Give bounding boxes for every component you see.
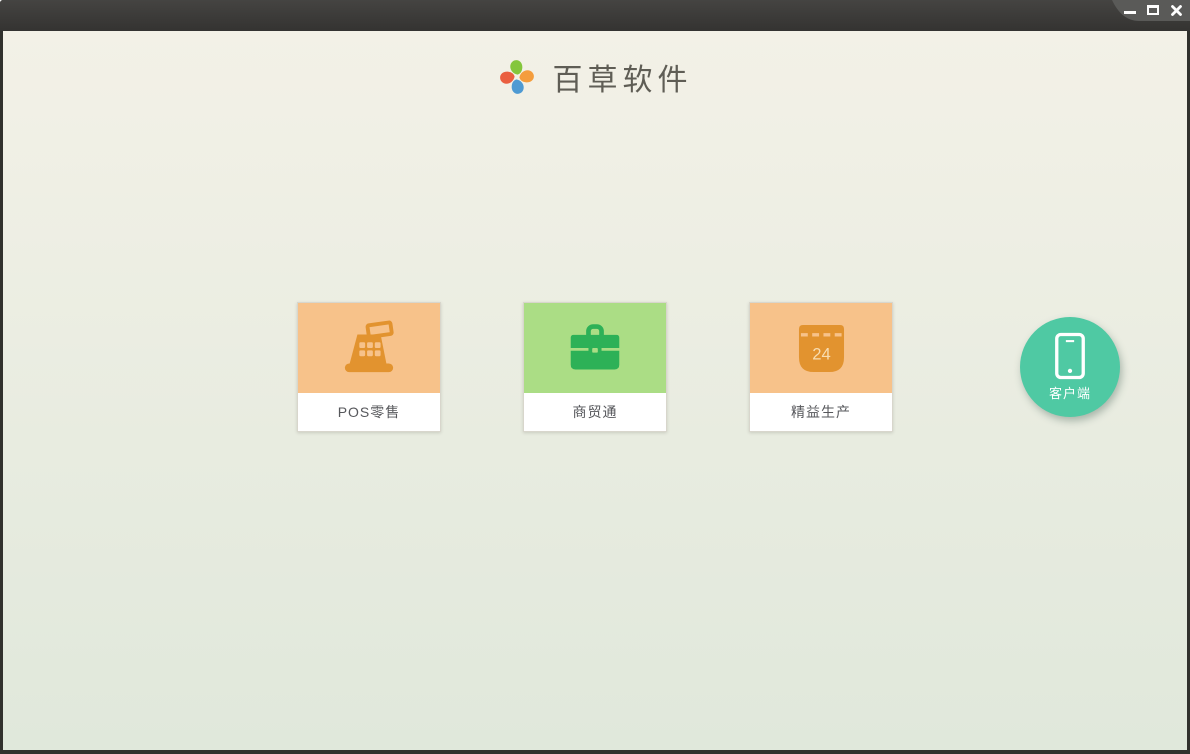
product-label: 精益生产 [791,404,851,420]
product-tile [524,303,666,393]
cash-register-icon [344,320,394,373]
product-label: POS零售 [337,404,401,420]
product-card-pos[interactable]: POS零售 [297,302,441,432]
client-button-label: 客户端 [1048,386,1091,401]
briefcase-icon [570,324,620,370]
app-title: 百草软件 [552,63,693,98]
calendar-icon: 24 [798,324,844,372]
app-header: 百草软件 [3,55,1187,99]
app-window: 百草软件 POS零售 商贸通 24 精益生产 客户端 [0,0,1190,754]
main-content: 百草软件 POS零售 商贸通 24 精益生产 客户端 [3,31,1187,750]
pinwheel-logo-icon [499,60,534,94]
maximize-button[interactable] [1145,1,1161,19]
minimize-button[interactable] [1122,1,1138,19]
titlebar[interactable] [0,0,1190,31]
minimize-icon [1124,11,1136,14]
close-button[interactable] [1168,1,1184,19]
product-tile [298,303,440,393]
close-icon [1170,4,1182,16]
client-button[interactable]: 客户端 [1020,317,1120,417]
smartphone-icon [1055,332,1085,380]
product-card-trade[interactable]: 商贸通 [523,302,667,432]
calendar-day-number: 24 [812,344,831,363]
product-label: 商贸通 [572,404,618,420]
product-tile: 24 [750,303,892,393]
maximize-icon [1147,5,1159,15]
product-card-lean[interactable]: 24 精益生产 [749,302,893,432]
window-controls [1122,0,1184,20]
